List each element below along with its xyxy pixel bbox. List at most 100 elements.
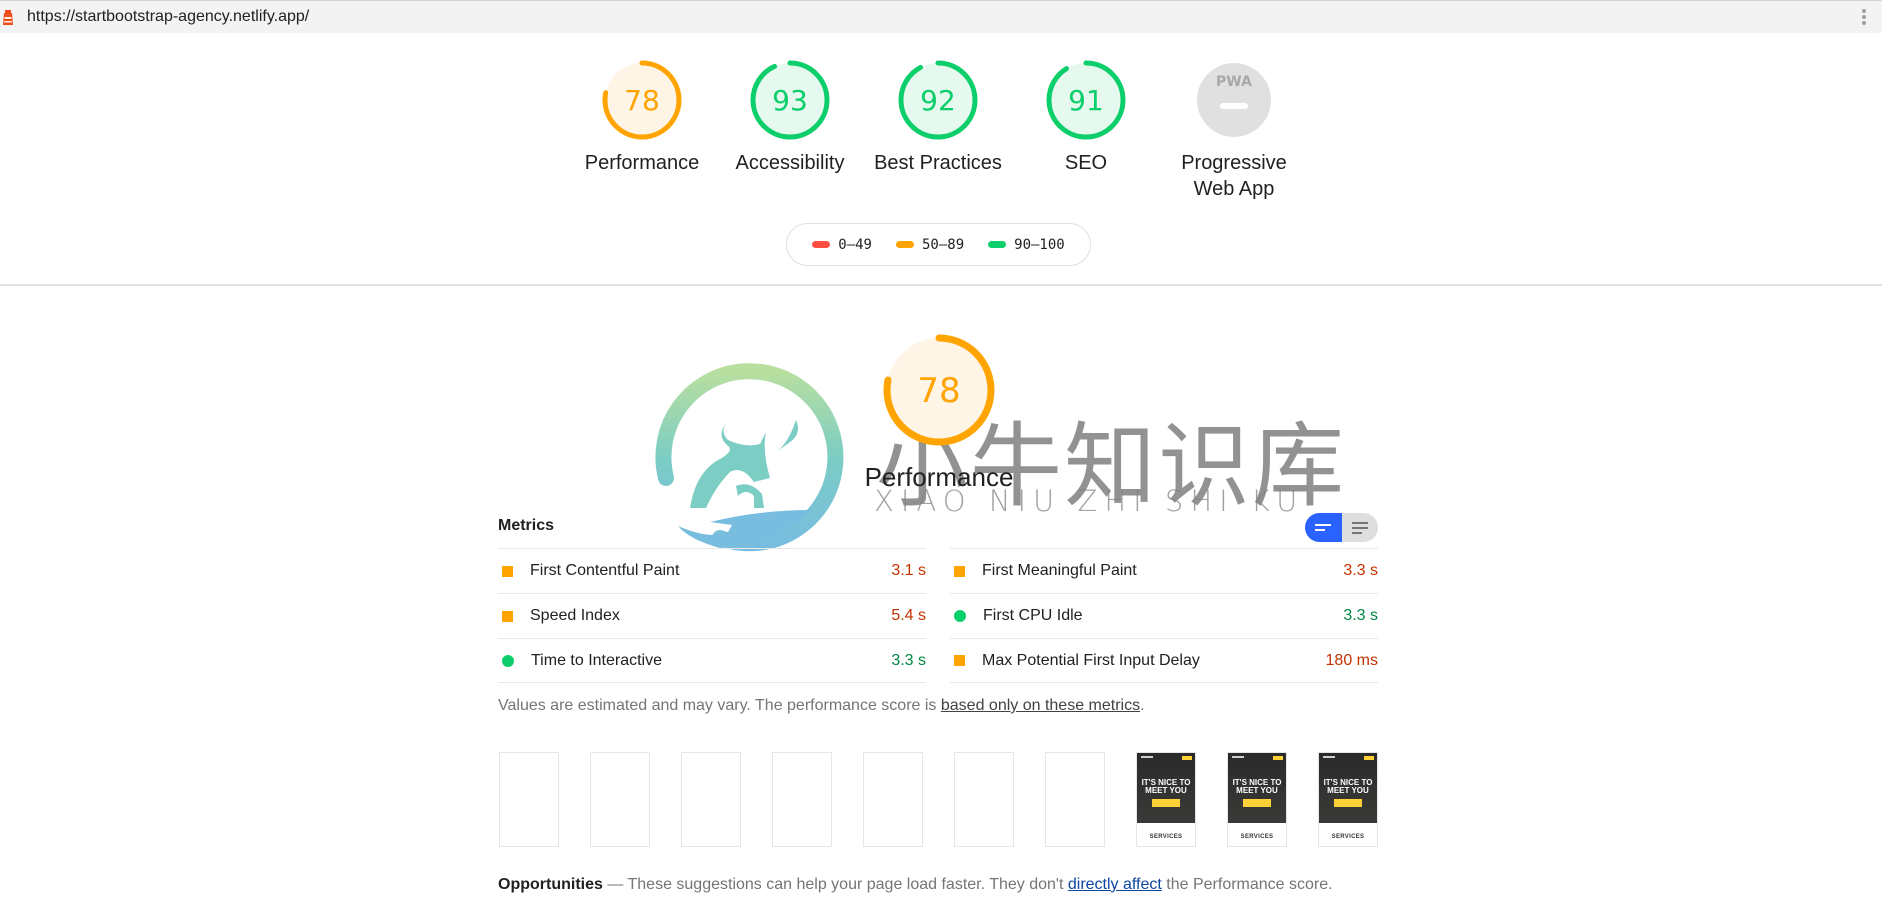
screenshot-cta [1243, 799, 1271, 807]
metrics-note-suffix: . [1140, 697, 1145, 714]
filmstrip-frame [499, 752, 559, 847]
legend-pass-label: 90–100 [1014, 236, 1065, 253]
screenshot-headline: IT'S NICE TO MEET YOU [1323, 778, 1373, 795]
kebab-menu-icon[interactable] [1858, 9, 1870, 27]
section-divider [0, 284, 1882, 286]
category-gauge-best-practices[interactable]: 92 Best Practices [868, 58, 1008, 176]
filmstrip-frame: IT'S NICE TO MEET YOU SERVICES [1227, 752, 1287, 847]
legend-average-swatch [895, 241, 914, 248]
legend-pass: 90–100 [988, 237, 1065, 253]
gauge-score: 92 [920, 84, 956, 117]
filmstrip-frame [1045, 752, 1105, 847]
screenshot-section-label: SERVICES [1331, 834, 1365, 840]
screenshot-logo [1232, 756, 1244, 758]
summary-view-button[interactable] [1305, 513, 1342, 542]
metric-name: Time to Interactive [531, 651, 663, 669]
metric-row: First CPU Idle 3.3 s [950, 593, 1378, 638]
screenshot-menu-button [1364, 756, 1374, 760]
category-label-line: Progressive [1181, 152, 1287, 174]
metric-row: Time to Interactive 3.3 s [498, 638, 926, 683]
metric-name: Speed Index [530, 607, 620, 624]
gauge-ring: 92 [898, 60, 978, 140]
average-square-icon [954, 565, 965, 577]
metric-name: First CPU Idle [983, 607, 1083, 624]
filmstrip-frame [863, 752, 923, 847]
category-label: Performance [584, 152, 700, 174]
average-square-icon [502, 610, 513, 622]
category-gauge-progressive-web-app[interactable]: PWA Progressive Web App [1164, 58, 1304, 202]
lighthouse-icon [3, 10, 13, 25]
legend-pass-swatch [988, 241, 1007, 248]
category-label: Best Practices [874, 152, 1002, 174]
screenshot-headline: IT'S NICE TO MEET YOU [1141, 778, 1191, 795]
screenshot-cta [1334, 799, 1362, 807]
category-gauge-performance[interactable]: 78 Performance [572, 58, 712, 176]
legend-fail-swatch [812, 241, 831, 248]
performance-main-gauge: 78 Performance [858, 330, 1020, 492]
filmstrip-frame [772, 752, 832, 847]
pass-circle-icon [502, 654, 514, 667]
category-gauge-accessibility[interactable]: 93 Accessibility [720, 58, 860, 176]
metric-row: Speed Index 5.4 s [498, 593, 926, 638]
filmstrip-frame [681, 752, 741, 847]
metrics-column-left: First Contentful Paint 3.1 s Speed Index 5.… [498, 548, 926, 683]
metric-value: 3.3 s [1343, 607, 1378, 624]
gauge-ring: 78 [602, 60, 682, 140]
metric-value: 3.3 s [891, 651, 926, 669]
performance-main-label: Performance [864, 462, 1014, 492]
filmstrip-frame: IT'S NICE TO MEET YOU SERVICES [1136, 752, 1196, 847]
metrics-note: Values are estimated and may vary. The p… [498, 697, 1145, 715]
gauge-score: 91 [1068, 84, 1104, 117]
score-legend: 0–49 50–89 90–100 [786, 223, 1091, 266]
opportunities-header: Opportunities — These suggestions can he… [498, 876, 1333, 894]
metric-name: First Contentful Paint [530, 562, 680, 579]
screenshot-section-label: SERVICES [1149, 834, 1183, 840]
metric-name: First Meaningful Paint [982, 562, 1137, 579]
watermark-logo [655, 363, 844, 552]
metrics-note-link[interactable]: based only on these metrics [941, 697, 1140, 714]
gauge-score: 78 [624, 84, 660, 117]
opportunities-title: Opportunities [498, 876, 603, 893]
legend-fail: 0–49 [812, 237, 872, 253]
average-square-icon [502, 565, 513, 577]
filmstrip-frame [954, 752, 1014, 847]
legend-average-label: 50–89 [921, 236, 965, 253]
metrics-heading: Metrics [498, 517, 555, 534]
metric-row: Max Potential First Input Delay 180 ms [950, 638, 1378, 683]
legend-average: 50–89 [895, 236, 965, 253]
gauge-score: 78 [917, 371, 960, 411]
url-bar: https://startbootstrap-agency.netlify.ap… [0, 0, 1882, 33]
average-square-icon [954, 655, 965, 666]
opportunities-description: — These suggestions can help your page l… [602, 876, 1068, 893]
gauge-ring: 93 [750, 60, 830, 140]
filmstrip-frame: IT'S NICE TO MEET YOU SERVICES [1318, 752, 1378, 847]
filmstrip-frame [590, 752, 650, 847]
metric-row: First Contentful Paint 3.1 s [498, 548, 926, 593]
report-url[interactable]: https://startbootstrap-agency.netlify.ap… [27, 8, 309, 26]
metric-value: 3.3 s [1343, 562, 1378, 579]
screenshot-menu-button [1273, 756, 1283, 760]
not-applicable-dash-icon [1220, 103, 1248, 109]
screenshot-cta [1152, 799, 1180, 807]
metric-value: 3.1 s [891, 562, 926, 579]
opportunities-description-end: the Performance score. [1161, 876, 1333, 893]
category-label: Accessibility [735, 152, 845, 174]
metrics-view-toggle[interactable] [1305, 513, 1378, 542]
metric-name: Max Potential First Input Delay [982, 651, 1200, 669]
metric-value: 5.4 s [891, 607, 926, 624]
gauge-ring: PWA [1197, 63, 1271, 137]
pwa-badge-icon: PWA [1216, 74, 1252, 90]
category-gauge-seo[interactable]: 91 SEO [1016, 58, 1156, 176]
detailed-view-button[interactable] [1342, 513, 1379, 542]
category-label: SEO [1064, 152, 1108, 174]
metrics-column-right: First Meaningful Paint 3.3 s First CPU Idl… [950, 548, 1378, 683]
gauge-ring: 91 [1046, 60, 1126, 140]
screenshot-logo [1323, 756, 1335, 758]
metric-value: 180 ms [1325, 651, 1378, 669]
metrics-note-text: Values are estimated and may vary. The p… [498, 697, 941, 714]
screenshot-headline: IT'S NICE TO MEET YOU [1232, 778, 1282, 795]
category-label-line: Web App [1193, 178, 1275, 200]
directly-affect-link[interactable]: directly affect [1068, 876, 1162, 893]
screenshot-logo [1141, 756, 1153, 758]
performance-gauge-ring: 78 [883, 334, 995, 446]
